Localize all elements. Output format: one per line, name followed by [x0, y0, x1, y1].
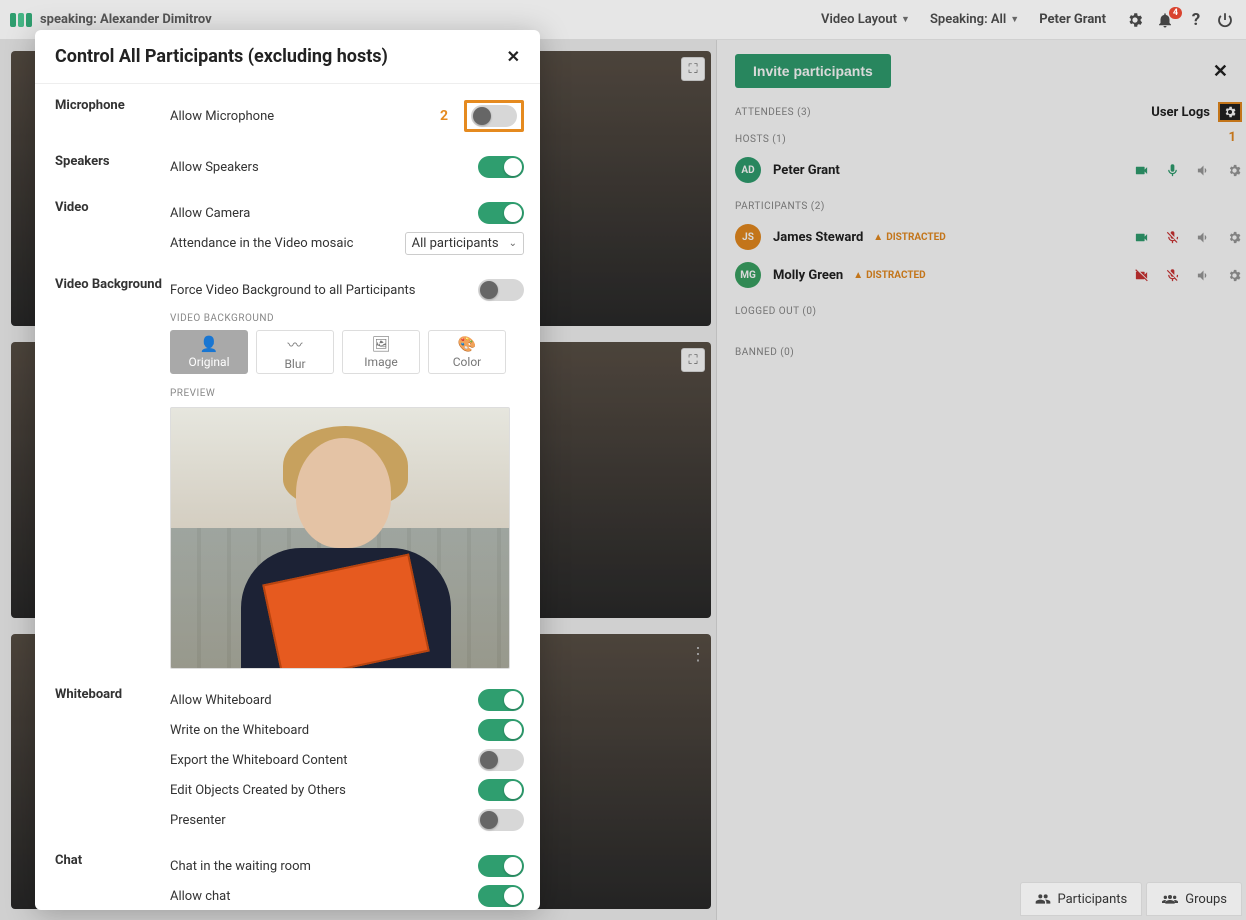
highlighted-toggle-box [464, 100, 524, 132]
close-modal-icon[interactable]: ✕ [507, 47, 520, 66]
toggle-write-whiteboard[interactable] [478, 719, 524, 741]
row-edit-objects: Edit Objects Created by Others [170, 783, 478, 798]
group-video: Video [55, 198, 170, 259]
row-chat-waiting: Chat in the waiting room [170, 859, 478, 874]
toggle-allow-camera[interactable] [478, 202, 524, 224]
palette-icon: 🎨 [458, 335, 477, 353]
bg-option-image[interactable]: 🖼 Image [342, 330, 420, 374]
preview-subhead: PREVIEW [170, 388, 524, 399]
group-speakers: Speakers [55, 152, 170, 182]
modal-title: Control All Participants (excluding host… [55, 46, 388, 67]
notification-badge: 4 [1169, 7, 1182, 19]
speaking-label: speaking: Alexander Dimitrov [40, 12, 212, 27]
toggle-edit-objects[interactable] [478, 779, 524, 801]
tab-groups-label: Groups [1185, 892, 1227, 907]
toggle-presenter[interactable] [478, 809, 524, 831]
blur-icon: 〰 [287, 334, 302, 355]
bg-option-blur[interactable]: 〰 Blur [256, 330, 334, 374]
speaking-filter-label: Speaking: All [930, 12, 1006, 27]
annotation-2: 2 [440, 108, 448, 124]
row-allow-speakers: Allow Speakers [170, 160, 478, 175]
tab-participants[interactable]: Participants [1020, 882, 1142, 916]
toggle-export-whiteboard[interactable] [478, 749, 524, 771]
bottom-tabs: Participants Groups [1016, 878, 1246, 920]
row-attendance-mosaic: Attendance in the Video mosaic [170, 236, 405, 251]
group-video-bg: Video Background [55, 275, 170, 669]
control-participants-modal: Control All Participants (excluding host… [35, 30, 540, 910]
row-allow-mic: Allow Microphone [170, 109, 440, 124]
bg-option-color[interactable]: 🎨 Color [428, 330, 506, 374]
notifications-icon[interactable]: 4 [1156, 11, 1176, 29]
image-icon: 🖼 [371, 335, 390, 353]
video-bg-subhead: VIDEO BACKGROUND [170, 313, 524, 324]
tab-groups[interactable]: Groups [1146, 882, 1242, 916]
current-user-label: Peter Grant [1039, 12, 1106, 27]
caret-down-icon: ▼ [1010, 14, 1019, 25]
toggle-allow-whiteboard[interactable] [478, 689, 524, 711]
video-layout-label: Video Layout [821, 12, 897, 27]
select-value: All participants [412, 236, 499, 251]
toggle-allow-speakers[interactable] [478, 156, 524, 178]
toggle-chat-waiting[interactable] [478, 855, 524, 877]
bg-option-original[interactable]: 👤 Original [170, 330, 248, 374]
speaking-filter-menu[interactable]: Speaking: All ▼ [930, 12, 1019, 27]
row-presenter: Presenter [170, 813, 478, 828]
chevron-down-icon: ⌄ [509, 238, 517, 249]
toggle-allow-mic[interactable] [471, 105, 517, 127]
app-logo [10, 13, 32, 27]
video-bg-preview [170, 407, 510, 669]
settings-icon[interactable] [1126, 11, 1146, 29]
attendance-mosaic-select[interactable]: All participants ⌄ [405, 232, 524, 255]
row-allow-camera: Allow Camera [170, 206, 478, 221]
row-allow-whiteboard: Allow Whiteboard [170, 693, 478, 708]
row-export-whiteboard: Export the Whiteboard Content [170, 753, 478, 768]
toggle-force-bg[interactable] [478, 279, 524, 301]
group-chat: Chat [55, 851, 170, 910]
tab-participants-label: Participants [1057, 892, 1127, 907]
group-microphone: Microphone [55, 96, 170, 136]
row-allow-chat: Allow chat [170, 889, 478, 904]
row-write-whiteboard: Write on the Whiteboard [170, 723, 478, 738]
video-layout-menu[interactable]: Video Layout ▼ [821, 12, 910, 27]
row-force-bg: Force Video Background to all Participan… [170, 283, 478, 298]
group-whiteboard: Whiteboard [55, 685, 170, 835]
person-icon: 👤 [200, 335, 219, 353]
help-icon[interactable]: ? [1186, 10, 1206, 30]
toggle-allow-chat[interactable] [478, 885, 524, 907]
power-icon[interactable] [1216, 11, 1236, 29]
caret-down-icon: ▼ [901, 14, 910, 25]
